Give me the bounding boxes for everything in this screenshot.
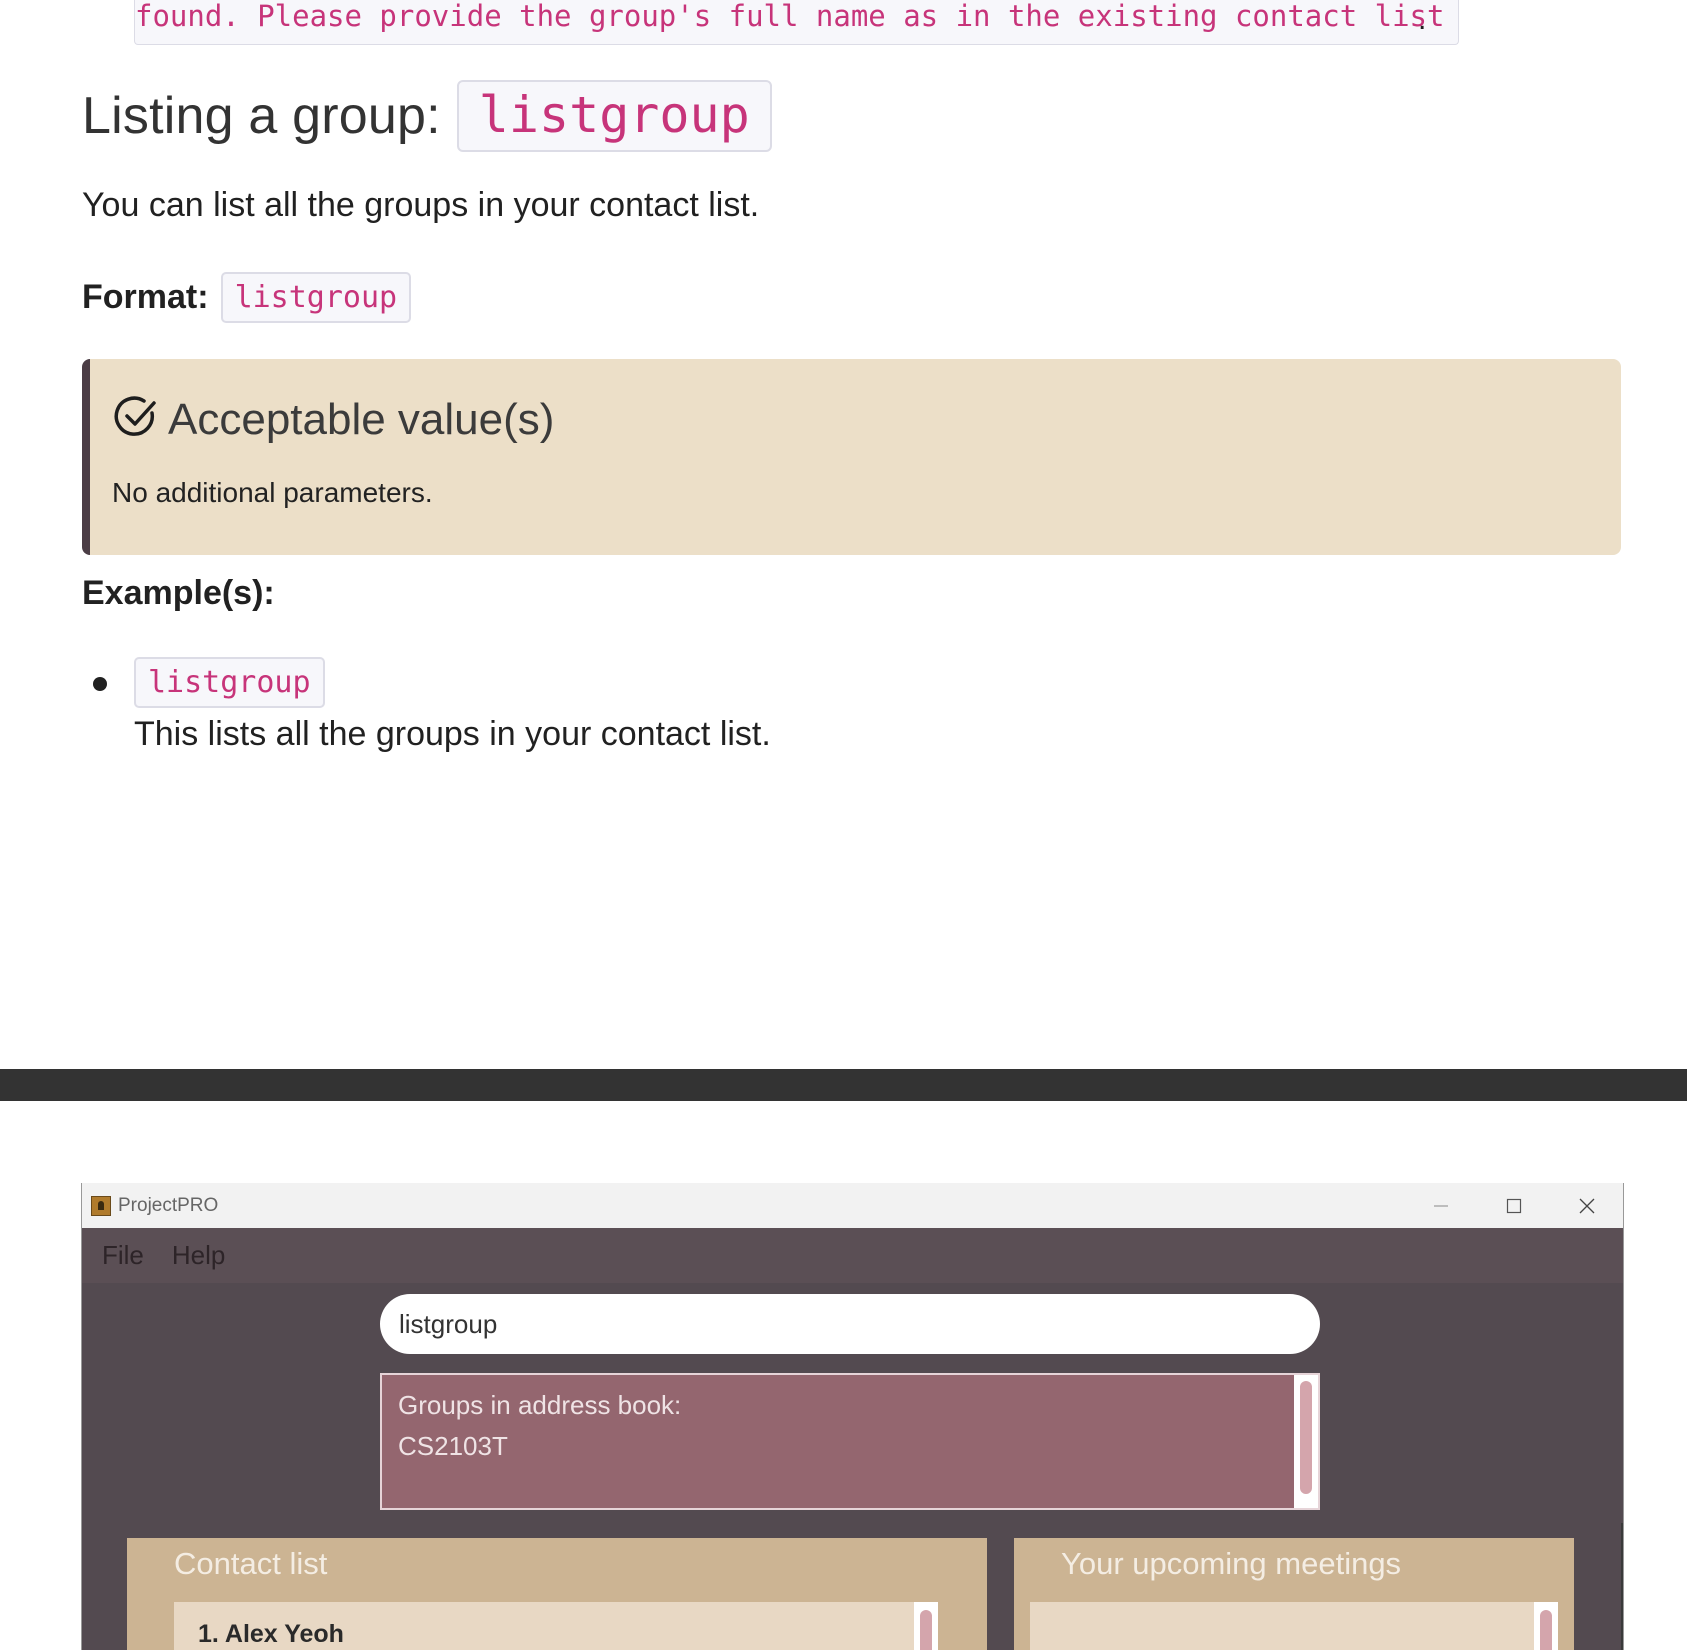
callout-title: Acceptable value(s) [168, 394, 555, 444]
section-heading-code: listgroup [456, 80, 772, 152]
title-bar: ProjectPRO [82, 1183, 1623, 1228]
check-circle-icon [112, 393, 160, 446]
window-controls [1404, 1183, 1623, 1228]
maximize-button[interactable] [1477, 1183, 1550, 1228]
minimize-button[interactable] [1404, 1183, 1477, 1228]
meetings-title: Your upcoming meetings [1061, 1546, 1402, 1581]
close-button[interactable] [1550, 1183, 1623, 1228]
format-line: Format: listgroup [82, 272, 412, 323]
section-heading: Listing a group: listgroup [82, 76, 772, 156]
acceptable-values-callout: Acceptable value(s) No additional parame… [82, 359, 1621, 555]
contact-list-title: Contact list [174, 1546, 328, 1581]
example-description: This lists all the groups in your contac… [134, 715, 771, 753]
meetings-scrollbar-thumb[interactable] [1540, 1610, 1552, 1650]
command-input[interactable]: listgroup [380, 1294, 1320, 1354]
example-code: listgroup [134, 657, 325, 708]
list-bullet [93, 677, 107, 691]
format-code: listgroup [220, 272, 412, 323]
contact-index: 1. [198, 1620, 219, 1648]
section-divider [0, 1069, 1687, 1101]
app-icon [91, 1195, 111, 1216]
menu-help[interactable]: Help [172, 1240, 225, 1271]
contact-list: 1. Alex Yeoh [174, 1602, 914, 1650]
window-title: ProjectPRO [118, 1194, 219, 1216]
result-display[interactable]: Groups in address book: CS2103T [380, 1373, 1320, 1510]
contact-name: Alex Yeoh [224, 1620, 344, 1648]
contact-list-scrollbar-thumb[interactable] [920, 1610, 932, 1650]
meetings-scrollbar[interactable] [1534, 1602, 1558, 1650]
result-scrollbar[interactable] [1294, 1375, 1318, 1508]
callout-body: No additional parameters. [112, 477, 433, 508]
examples-label: Example(s): [82, 574, 275, 612]
window-edge [1621, 1523, 1623, 1650]
result-scrollbar-thumb[interactable] [1300, 1381, 1312, 1494]
previous-line-period: . [1418, 3, 1427, 36]
callout-header: Acceptable value(s) [112, 393, 554, 446]
contact-list-panel: Contact list 1. Alex Yeoh [127, 1538, 987, 1650]
section-heading-text: Listing a group: [82, 87, 441, 145]
menu-bar: File Help [82, 1228, 1623, 1283]
contact-list-scrollbar[interactable] [914, 1602, 938, 1650]
meetings-list [1030, 1602, 1534, 1650]
list-item[interactable]: 1. Alex Yeoh [198, 1620, 344, 1649]
meetings-panel: Your upcoming meetings [1014, 1538, 1574, 1650]
previous-code-fragment: found. Please provide the group's full n… [134, 0, 1460, 45]
format-label: Format: [82, 278, 209, 316]
menu-file[interactable]: File [102, 1240, 144, 1271]
result-text: Groups in address book: CS2103T [398, 1390, 682, 1461]
user-guide-section: found. Please provide the group's full n… [0, 0, 1687, 1069]
app-window: ProjectPRO File Help listgroup Groups in… [81, 1183, 1624, 1650]
section-intro: You can list all the groups in your cont… [82, 186, 760, 224]
